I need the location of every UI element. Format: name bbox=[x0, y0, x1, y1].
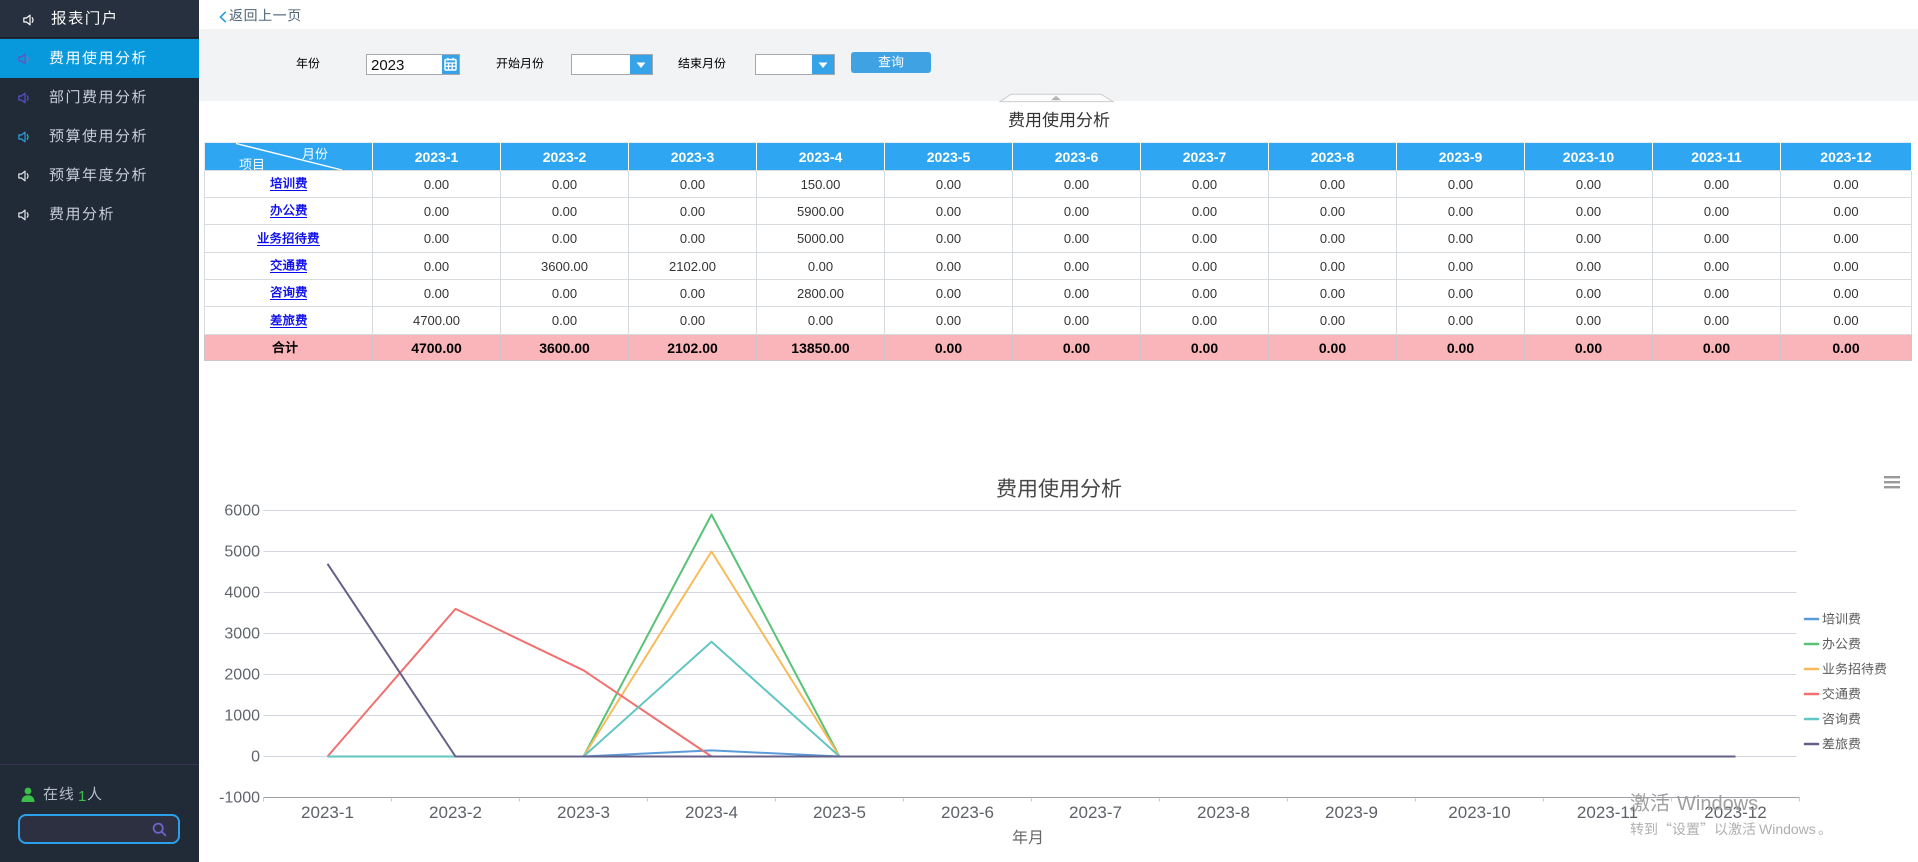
svg-text:4000: 4000 bbox=[224, 585, 260, 602]
svg-text:2023-9: 2023-9 bbox=[1325, 803, 1378, 822]
svg-text:2023-11: 2023-11 bbox=[1577, 803, 1638, 822]
svg-text:Windows: Windows bbox=[1759, 821, 1816, 837]
svg-text:3000: 3000 bbox=[224, 626, 260, 643]
svg-text:6000: 6000 bbox=[224, 503, 260, 520]
svg-text:-1000: -1000 bbox=[219, 790, 260, 807]
svg-text:0: 0 bbox=[251, 749, 260, 766]
svg-text:5000: 5000 bbox=[224, 544, 260, 561]
svg-text:Windows: Windows bbox=[1677, 793, 1758, 815]
svg-text:2000: 2000 bbox=[224, 667, 260, 684]
svg-text:2023-4: 2023-4 bbox=[685, 803, 738, 822]
svg-text:2023-3: 2023-3 bbox=[557, 803, 610, 822]
svg-text:1000: 1000 bbox=[224, 708, 260, 725]
svg-text:2023-8: 2023-8 bbox=[1197, 803, 1250, 822]
svg-text:2023-2: 2023-2 bbox=[429, 803, 482, 822]
svg-text:2023-7: 2023-7 bbox=[1069, 803, 1122, 822]
svg-text:2023-10: 2023-10 bbox=[1448, 803, 1510, 822]
svg-text:2023-1: 2023-1 bbox=[301, 803, 354, 822]
svg-text:2023-5: 2023-5 bbox=[813, 803, 866, 822]
svg-text:2023-6: 2023-6 bbox=[941, 803, 994, 822]
